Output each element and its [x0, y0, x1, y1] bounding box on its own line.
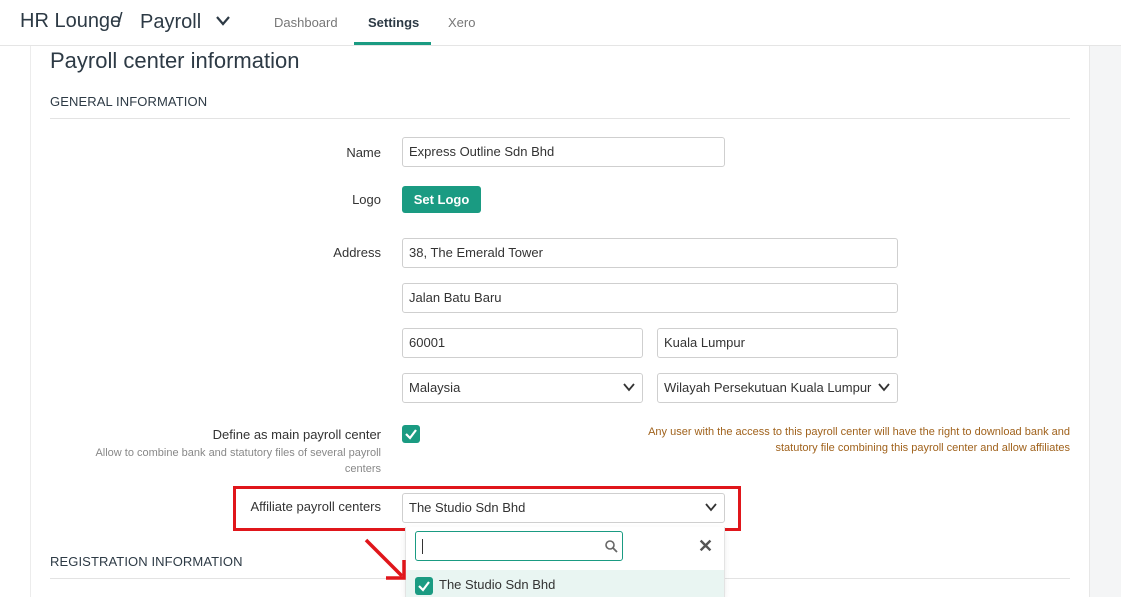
- check-icon: [405, 429, 417, 440]
- country-select[interactable]: Malaysia: [402, 373, 643, 403]
- panel-border: [30, 46, 31, 597]
- divider: [50, 118, 1070, 119]
- chevron-down-icon: [878, 383, 890, 392]
- tab-xero[interactable]: Xero: [448, 15, 475, 30]
- search-icon: [605, 540, 618, 553]
- state-select[interactable]: Wilayah Persekutuan Kuala Lumpur: [657, 373, 898, 403]
- scrollbar-track[interactable]: [1089, 46, 1121, 597]
- arrow-icon: [364, 538, 406, 580]
- active-tab-indicator: [354, 42, 431, 45]
- close-icon[interactable]: ✕: [698, 536, 713, 557]
- top-navigation-bar: HR Lounge / Payroll Dashboard Settings X…: [0, 0, 1121, 46]
- main-payroll-center-label: Define as main payroll center: [212, 427, 381, 442]
- tab-dashboard[interactable]: Dashboard: [274, 15, 338, 30]
- breadcrumb-separator: /: [117, 10, 123, 32]
- left-gutter: [0, 46, 30, 597]
- main-payroll-center-sublabel: Allow to combine bank and statutory file…: [95, 447, 381, 475]
- name-input[interactable]: Express Outline Sdn Bhd: [402, 137, 725, 167]
- address-line1-input[interactable]: 38, The Emerald Tower: [402, 238, 898, 268]
- address-label: Address: [333, 245, 381, 260]
- tab-settings[interactable]: Settings: [368, 15, 419, 30]
- dropdown-search-input[interactable]: [415, 531, 623, 561]
- check-icon: [418, 581, 430, 592]
- dropdown-option-label: The Studio Sdn Bhd: [439, 577, 556, 592]
- option-checkbox[interactable]: [415, 577, 433, 595]
- logo-label: Logo: [352, 192, 381, 207]
- main-payroll-center-checkbox[interactable]: [402, 425, 420, 443]
- main-payroll-center-note: Any user with the access to this payroll…: [648, 426, 1070, 454]
- general-information-heading: GENERAL INFORMATION: [50, 94, 208, 109]
- country-selected-value: Malaysia: [409, 380, 461, 395]
- state-selected-value: Wilayah Persekutuan Kuala Lumpur: [664, 380, 872, 395]
- set-logo-button[interactable]: Set Logo: [402, 186, 481, 213]
- city-input[interactable]: Kuala Lumpur: [657, 328, 898, 358]
- address-line2-input[interactable]: Jalan Batu Baru: [402, 283, 898, 313]
- brand-name[interactable]: HR Lounge: [20, 10, 121, 33]
- chevron-down-icon[interactable]: [214, 14, 232, 28]
- postcode-input[interactable]: 60001: [402, 328, 643, 358]
- chevron-down-icon: [623, 383, 635, 392]
- registration-information-heading: REGISTRATION INFORMATION: [50, 554, 243, 569]
- text-cursor: [422, 539, 423, 554]
- highlight-annotation-box: [233, 486, 741, 531]
- module-selector-label[interactable]: Payroll: [140, 11, 201, 34]
- name-label: Name: [346, 145, 381, 160]
- page-title: Payroll center information: [50, 48, 300, 73]
